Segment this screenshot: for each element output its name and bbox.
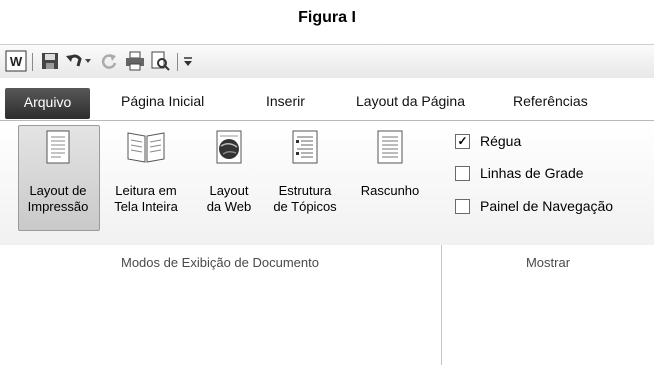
ribbon-tabs: Arquivo Página Inicial Inserir Layout da… <box>0 78 654 122</box>
print-layout-button[interactable]: Layout de Impressão <box>18 125 100 231</box>
web-layout-icon <box>211 129 247 164</box>
undo-icon[interactable] <box>64 51 84 71</box>
label-line: Leitura em <box>115 183 177 198</box>
word-app-icon[interactable]: W <box>5 50 27 72</box>
full-screen-reading-button[interactable]: Leitura em Tela Inteira <box>102 125 190 225</box>
figure-caption: Figura I <box>298 9 356 26</box>
undo-dropdown-icon[interactable] <box>82 51 94 71</box>
customize-toolbar-icon[interactable] <box>181 51 195 71</box>
full-screen-reading-icon <box>126 129 166 163</box>
label-line: Estrutura <box>278 183 332 198</box>
quick-access-toolbar: W <box>0 44 654 79</box>
print-preview-icon[interactable] <box>150 51 170 71</box>
print-icon[interactable] <box>125 51 145 71</box>
web-layout-label: Layout da Web <box>196 183 262 215</box>
gridlines-checkbox[interactable] <box>455 165 470 181</box>
ruler-checkbox[interactable]: ✓ <box>455 133 470 149</box>
print-layout-icon <box>40 129 76 164</box>
draft-icon <box>372 129 408 164</box>
label-line: Rascunho <box>360 183 420 198</box>
draft-button[interactable]: Rascunho <box>350 125 430 225</box>
tab-layout-da-pagina[interactable]: Layout da Página <box>356 90 465 112</box>
label-line: Layout <box>209 183 249 198</box>
draft-label: Rascunho <box>350 183 430 199</box>
svg-text:W: W <box>10 54 23 69</box>
tab-arquivo[interactable]: Arquivo <box>5 88 90 119</box>
navigation-pane-checkbox[interactable] <box>455 198 470 214</box>
gridlines-checkbox-row[interactable]: Linhas de Grade <box>455 163 584 183</box>
navigation-pane-checkbox-row[interactable]: Painel de Navegação <box>455 196 613 216</box>
ribbon-panel: Layout de Impressão Leitura em Tela Inte… <box>0 120 654 365</box>
tab-referencias[interactable]: Referências <box>513 90 588 112</box>
label-line: Layout de <box>29 183 87 198</box>
navigation-pane-label: Painel de Navegação <box>480 198 614 214</box>
label-line: de Tópicos <box>273 199 337 214</box>
group-label-show: Mostrar <box>525 255 571 270</box>
tab-inserir[interactable]: Inserir <box>266 90 305 112</box>
redo-icon[interactable] <box>100 51 120 71</box>
label-line: Impressão <box>27 199 89 214</box>
outline-label: Estrutura de Tópicos <box>264 183 346 215</box>
outline-button[interactable]: Estrutura de Tópicos <box>264 125 346 225</box>
label-line: da Web <box>206 199 252 214</box>
save-icon[interactable] <box>40 51 60 71</box>
toolbar-separator <box>32 53 33 71</box>
outline-icon <box>287 129 323 164</box>
label-line: Tela Inteira <box>114 199 178 214</box>
print-layout-label: Layout de Impressão <box>18 183 98 215</box>
toolbar-separator <box>177 53 178 71</box>
ruler-label: Régua <box>480 133 522 149</box>
tab-pagina-inicial[interactable]: Página Inicial <box>121 90 204 112</box>
gridlines-label: Linhas de Grade <box>480 165 584 181</box>
group-label-document-views: Modos de Exibição de Documento <box>120 255 319 270</box>
full-screen-reading-label: Leitura em Tela Inteira <box>102 183 190 215</box>
ruler-checkbox-row[interactable]: ✓ Régua <box>455 131 521 151</box>
web-layout-button[interactable]: Layout da Web <box>196 125 262 225</box>
